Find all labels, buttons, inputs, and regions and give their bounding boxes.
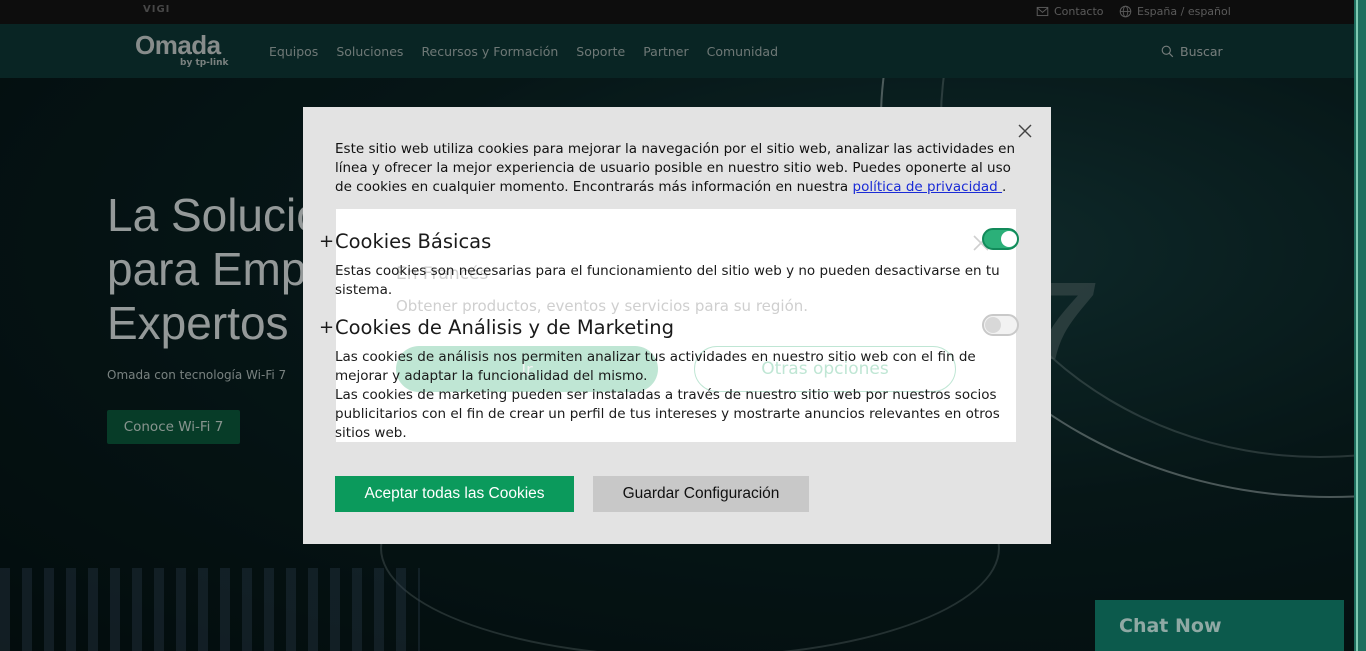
toggle-knob	[985, 317, 1001, 333]
cookie-intro: Este sitio web utiliza cookies para mejo…	[335, 140, 1025, 197]
cookie-section-desc: Estas cookies son necesarias para el fun…	[335, 263, 1000, 298]
analytics-cookies-toggle[interactable]	[982, 314, 1019, 336]
chat-now-button[interactable]: Chat Now	[1095, 600, 1344, 651]
cookie-section-header[interactable]: + Cookies Básicas	[319, 230, 1025, 253]
privacy-policy-link[interactable]: política de privacidad	[853, 179, 1003, 195]
cookie-section-analytics: + Cookies de Análisis y de Marketing Las…	[319, 316, 1025, 443]
cookie-section-header[interactable]: + Cookies de Análisis y de Marketing	[319, 316, 1025, 339]
toggle-knob	[1001, 231, 1017, 247]
cookie-section-title: Cookies de Análisis y de Marketing	[335, 316, 675, 339]
basic-cookies-toggle[interactable]	[982, 228, 1019, 250]
cookie-section-desc: Las cookies de análisis nos permiten ana…	[335, 349, 976, 384]
expand-icon[interactable]: +	[319, 317, 334, 338]
cookie-section-title: Cookies Básicas	[335, 230, 492, 253]
page-scrollbar[interactable]	[1354, 0, 1366, 651]
expand-icon[interactable]: +	[319, 231, 334, 252]
cookie-intro-end: .	[1002, 179, 1007, 195]
cookie-modal: Este sitio web utiliza cookies para mejo…	[303, 107, 1051, 544]
accept-all-cookies-button[interactable]: Aceptar todas las Cookies	[335, 476, 574, 512]
cookie-section-basic: + Cookies Básicas Estas cookies son nece…	[319, 230, 1025, 300]
cookie-section-desc-marketing: Las cookies de marketing pueden ser inst…	[335, 387, 1000, 441]
save-configuration-button[interactable]: Guardar Configuración	[593, 476, 809, 512]
close-icon[interactable]	[1017, 123, 1033, 139]
